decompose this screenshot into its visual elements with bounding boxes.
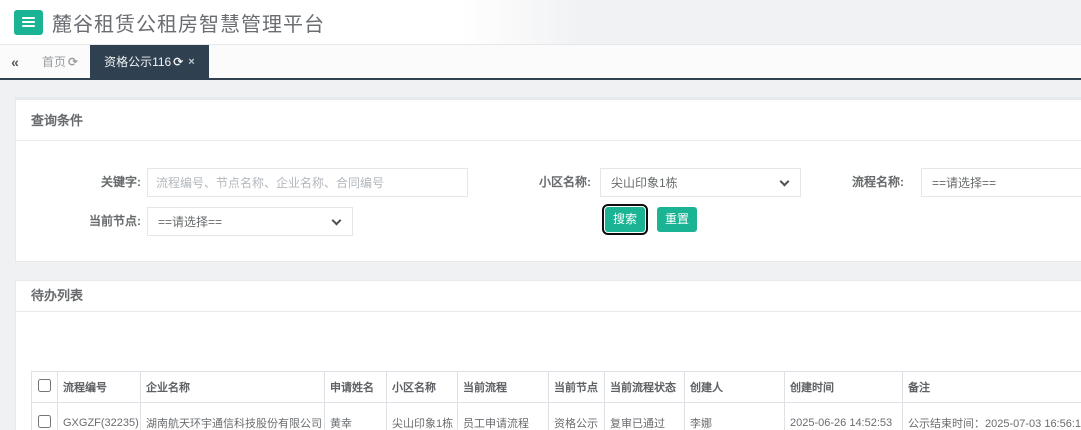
col-community: 小区名称 [386,371,458,403]
todo-list-panel: 待办列表 流程编号 企业名称 申请姓名 小区名称 当前流程 当前节点 当前流程状… [15,280,1081,430]
cell-community: 尖山印象1栋 [386,402,458,430]
close-icon[interactable]: × [188,56,194,68]
node-select[interactable]: ==请选择== [147,207,353,236]
tab-label: 首页 [42,55,67,69]
cell-creator: 李娜 [684,402,785,430]
col-current-node: 当前节点 [548,371,605,403]
todo-panel-title: 待办列表 [16,281,1081,312]
tab-bar: « 首页 ⟳ 资格公示116 ⟳ × [0,45,1081,80]
node-select-value: ==请选择== [158,215,223,229]
query-form: 关键字: 小区名称: 尖山印象1栋 流程名称: ==请选择== 当前节点: ==… [16,141,1081,261]
col-company: 企业名称 [140,371,325,403]
table-row: GXGZF(32235) 湖南航天环宇通信科技股份有限公司 黄幸 尖山印象1栋 … [31,402,1081,430]
row-checkbox-cell [31,402,58,430]
node-label: 当前节点: [89,214,141,228]
keyword-label: 关键字: [101,175,141,189]
double-chevron-left-icon: « [11,53,19,70]
process-label: 流程名称: [852,175,904,189]
col-process-no: 流程编号 [57,371,141,403]
todo-table-wrap: 流程编号 企业名称 申请姓名 小区名称 当前流程 当前节点 当前流程状态 创建人… [16,312,1081,430]
page-content: 查询条件 关键字: 小区名称: 尖山印象1栋 流程名称: ==请选择== 当前节… [0,80,1081,430]
process-select[interactable]: ==请选择== [921,168,1081,197]
keyword-input[interactable] [147,168,468,197]
select-all-checkbox[interactable] [38,379,51,392]
process-select-value: ==请选择== [932,176,997,190]
tab-label: 资格公示116 [104,55,172,69]
col-current-process: 当前流程 [457,371,549,403]
header-checkbox-cell [31,371,58,403]
reset-button[interactable]: 重置 [657,207,698,232]
cell-applicant: 黄幸 [324,402,387,430]
cell-process-no: GXGZF(32235) [57,402,141,430]
query-conditions-panel: 查询条件 关键字: 小区名称: 尖山印象1栋 流程名称: ==请选择== 当前节… [15,97,1081,262]
cell-company: 湖南航天环宇通信科技股份有限公司 [140,402,325,430]
community-select[interactable]: 尖山印象1栋 [600,168,801,197]
app-header: 麓谷租赁公租房智慧管理平台 [0,0,1081,45]
col-creator: 创建人 [684,371,785,403]
community-label: 小区名称: [539,175,591,189]
refresh-icon[interactable]: ⟳ [173,56,183,68]
tabs-collapse-button[interactable]: « [0,45,30,78]
hamburger-icon [22,25,35,27]
hamburger-icon [22,17,35,19]
tab-home[interactable]: 首页 ⟳ [30,45,90,78]
hamburger-icon [22,21,35,23]
query-panel-title: 查询条件 [16,100,1081,141]
cell-current-node: 资格公示 [548,402,605,430]
tab-qualification-publicity[interactable]: 资格公示116 ⟳ × [90,45,209,78]
refresh-icon[interactable]: ⟳ [68,56,78,68]
cell-status: 复审已通过 [604,402,685,430]
todo-table: 流程编号 企业名称 申请姓名 小区名称 当前流程 当前节点 当前流程状态 创建人… [31,371,1081,430]
page-title: 麓谷租赁公租房智慧管理平台 [52,13,325,36]
cell-remark: 公示结束时间：2025-07-03 16:56:17 [902,402,1081,430]
chevron-down-icon [331,215,342,226]
cell-created-at: 2025-06-26 14:52:53 [784,402,903,430]
hamburger-menu-button[interactable] [14,9,43,35]
cell-current-process: 员工申请流程 [457,402,549,430]
search-button[interactable]: 搜索 [601,204,649,235]
col-remark: 备注 [902,371,1081,403]
community-select-value: 尖山印象1栋 [611,176,678,190]
row-checkbox[interactable] [38,415,51,428]
col-applicant: 申请姓名 [324,371,387,403]
col-created-at: 创建时间 [784,371,903,403]
col-status: 当前流程状态 [604,371,685,403]
table-header-row: 流程编号 企业名称 申请姓名 小区名称 当前流程 当前节点 当前流程状态 创建人… [31,371,1081,403]
